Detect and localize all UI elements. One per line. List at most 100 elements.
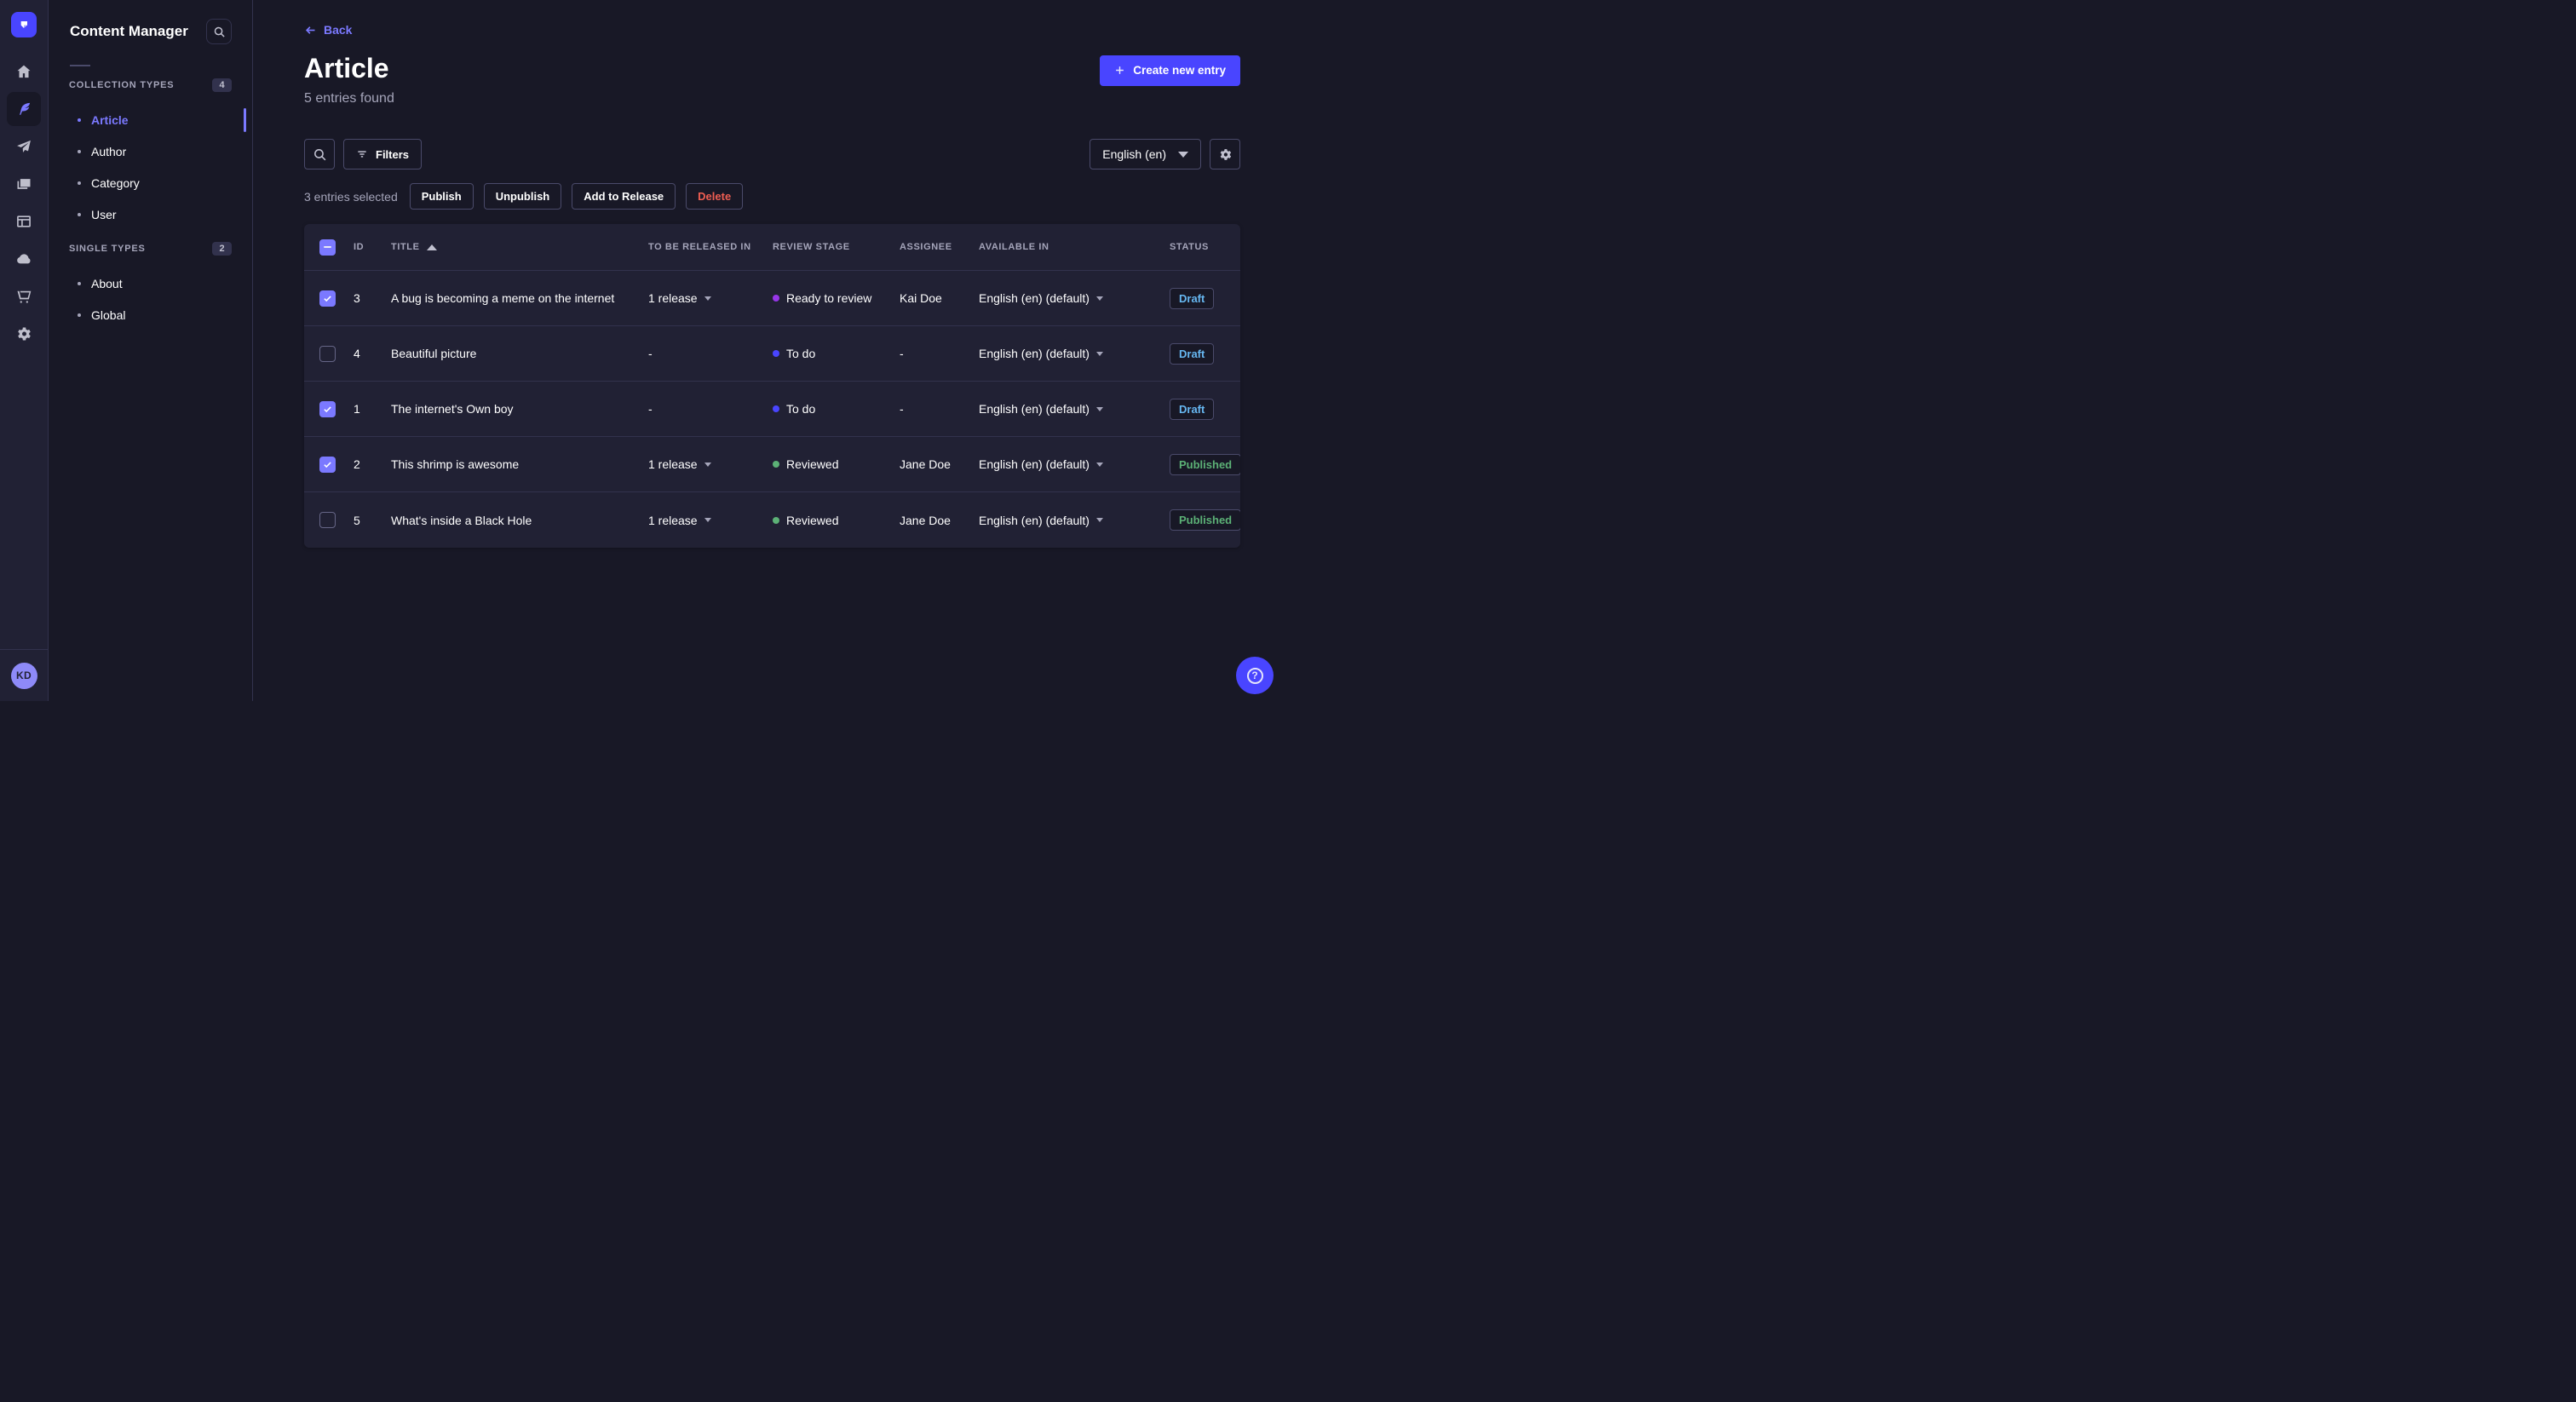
create-new-entry-button[interactable]: Create new entry: [1100, 55, 1240, 86]
content-type-builder-icon: [15, 213, 32, 230]
sidebar-item-about[interactable]: About: [69, 267, 232, 299]
sidebar-item-label: Article: [91, 112, 129, 127]
row-checkbox[interactable]: [319, 512, 336, 529]
sidebar-section: COLLECTION TYPES 4 Article Author Category Us…: [49, 78, 252, 230]
arrow-left-icon: [304, 24, 317, 37]
row-id: 4: [354, 347, 360, 361]
table-row[interactable]: 2 This shrimp is awesome 1 release Reviewed…: [304, 437, 1240, 493]
view-settings-button[interactable]: [1210, 139, 1240, 170]
row-checkbox[interactable]: [319, 345, 336, 362]
row-checkbox[interactable]: [319, 400, 336, 417]
search-icon: [213, 26, 226, 38]
sort-ascending-icon[interactable]: [426, 244, 437, 250]
release-value: -: [648, 347, 653, 361]
sidebar-section-header: COLLECTION TYPES 4: [69, 78, 232, 92]
row-checkbox-cell: [319, 512, 354, 529]
release-value: -: [648, 402, 653, 417]
col-header-review-stage-label: REVIEW STAGE: [773, 242, 850, 253]
content-manager-sidebar: Content Manager COLLECTION TYPES 4 Article…: [49, 0, 253, 701]
rail-bottom: KD: [0, 649, 48, 701]
user-avatar[interactable]: KD: [10, 662, 37, 689]
table-row[interactable]: 5 What's inside a Black Hole 1 release Revi…: [304, 492, 1240, 548]
sidebar-search-button[interactable]: [206, 19, 232, 44]
sidebar-title: Content Manager: [70, 23, 188, 39]
row-release-empty: -: [648, 347, 773, 360]
bullet-icon: [78, 181, 81, 185]
sidebar-section: SINGLE TYPES 2 About Global: [49, 242, 252, 330]
question-mark-icon: ?: [1246, 667, 1263, 684]
row-id: 1: [354, 402, 360, 417]
page-title: Article: [304, 52, 389, 83]
row-title: Beautiful picture: [391, 347, 477, 361]
unpublish-button[interactable]: Unpublish: [483, 183, 562, 210]
rail-nav: [0, 49, 48, 351]
table-search-button[interactable]: [304, 139, 335, 170]
check-icon: [323, 405, 332, 414]
add-to-release-button[interactable]: Add to Release: [572, 183, 676, 210]
check-icon: [323, 460, 332, 469]
locale-dropdown[interactable]: English (en) (default): [979, 291, 1170, 305]
rail-item-releases[interactable]: [7, 129, 41, 164]
stage-label: To do: [786, 347, 816, 361]
sidebar-item-author[interactable]: Author: [69, 135, 232, 167]
table-row[interactable]: 3 A bug is becoming a meme on the interne…: [304, 271, 1240, 327]
locale-dropdown[interactable]: English (en) (default): [979, 457, 1170, 471]
locale-value: English (en) (default): [979, 347, 1090, 361]
sidebar-item-global[interactable]: Global: [69, 299, 232, 330]
row-review-stage: To do: [773, 402, 900, 416]
row-id: 2: [354, 457, 360, 472]
locale-select[interactable]: English (en): [1090, 139, 1201, 170]
filter-icon: [356, 148, 368, 160]
strapi-logo[interactable]: [11, 11, 37, 37]
locale-dropdown[interactable]: English (en) (default): [979, 347, 1170, 360]
row-assignee: Kai Doe: [900, 291, 942, 306]
row-title: A bug is becoming a meme on the internet: [391, 291, 615, 306]
sidebar-item-label: User: [91, 207, 117, 221]
col-header-id: ID: [354, 242, 391, 252]
rail-item-content-manager[interactable]: [7, 92, 41, 126]
release-dropdown[interactable]: 1 release: [648, 291, 773, 305]
rail-item-media-library[interactable]: [7, 167, 41, 201]
status-badge: Draft: [1170, 398, 1215, 420]
table-row[interactable]: 4 Beautiful picture - To do - English (en) (d…: [304, 326, 1240, 382]
media-library-icon: [15, 175, 32, 192]
stage-dot-icon: [773, 295, 779, 302]
back-link[interactable]: Back: [304, 23, 352, 37]
rail-item-marketplace[interactable]: [7, 279, 41, 313]
table-row[interactable]: 1 The internet's Own boy - To do - English (e…: [304, 382, 1240, 438]
status-badge: Draft: [1170, 342, 1215, 365]
sidebar-item-category[interactable]: Category: [69, 167, 232, 198]
sidebar-item-user[interactable]: User: [69, 198, 232, 230]
locale-dropdown[interactable]: English (en) (default): [979, 514, 1170, 527]
select-all-checkbox[interactable]: [319, 238, 336, 256]
release-dropdown[interactable]: 1 release: [648, 514, 773, 527]
release-dropdown[interactable]: 1 release: [648, 457, 773, 471]
locale-dropdown[interactable]: English (en) (default): [979, 402, 1170, 416]
search-icon: [313, 147, 327, 162]
app-root: KD Content Manager COLLECTION TYPES 4 Arti…: [0, 0, 1288, 701]
rail-item-deploy-cloud[interactable]: [7, 242, 41, 276]
entries-table: ID TITLE TO BE RELEASED IN REVIEW STAGE ASSI…: [304, 224, 1240, 549]
filters-button[interactable]: Filters: [343, 139, 423, 170]
row-id: 3: [354, 291, 360, 306]
locale-value: English (en) (default): [979, 513, 1090, 527]
sidebar-sections: COLLECTION TYPES 4 Article Author Category Us…: [49, 78, 252, 330]
row-checkbox[interactable]: [319, 290, 336, 307]
delete-button[interactable]: Delete: [686, 183, 744, 210]
row-release-empty: -: [648, 402, 773, 416]
gear-icon: [1218, 147, 1233, 162]
sidebar-item-article[interactable]: Article: [69, 104, 246, 135]
row-checkbox[interactable]: [319, 456, 336, 473]
stage-label: Reviewed: [786, 457, 839, 472]
header-checkbox-cell: [319, 238, 354, 256]
row-title: What's inside a Black Hole: [391, 513, 532, 527]
rail-item-settings[interactable]: [7, 317, 41, 351]
bullet-icon: [78, 281, 81, 285]
publish-button[interactable]: Publish: [409, 183, 474, 210]
content-manager-icon: [15, 101, 32, 118]
selection-count: 3 entries selected: [304, 189, 398, 204]
help-button[interactable]: ?: [1236, 657, 1274, 694]
rail-item-content-type-builder[interactable]: [7, 204, 41, 238]
col-header-id-label: ID: [354, 242, 365, 253]
rail-item-home[interactable]: [7, 55, 41, 89]
